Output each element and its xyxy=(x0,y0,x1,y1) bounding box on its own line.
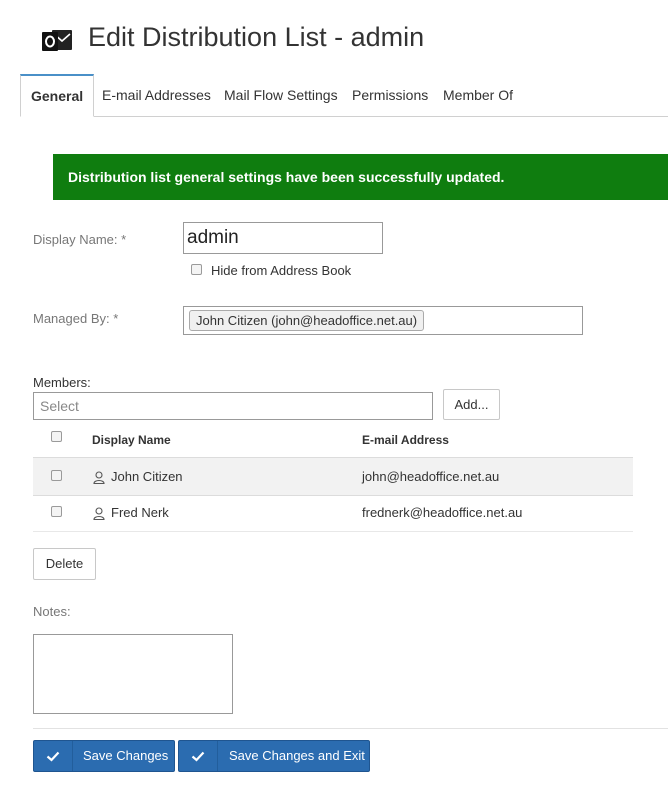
table-row[interactable]: Fred Nerk frednerk@headoffice.net.au xyxy=(33,494,633,532)
tab-permissions[interactable]: Permissions xyxy=(352,74,428,116)
column-header-display-name: Display Name xyxy=(92,433,171,447)
row-checkbox[interactable] xyxy=(51,470,62,481)
members-select-input[interactable]: Select xyxy=(33,392,433,420)
hide-from-address-book-checkbox[interactable] xyxy=(191,264,202,275)
user-icon xyxy=(93,471,105,489)
notes-textarea[interactable] xyxy=(33,634,233,714)
save-changes-and-exit-label: Save Changes and Exit xyxy=(229,748,365,763)
member-name: John Citizen xyxy=(111,469,183,484)
save-changes-and-exit-button[interactable]: Save Changes and Exit xyxy=(178,740,370,772)
member-name: Fred Nerk xyxy=(111,505,169,520)
notes-label: Notes: xyxy=(33,604,71,619)
tab-member-of[interactable]: Member Of xyxy=(443,74,513,116)
managed-by-label: Managed By: * xyxy=(33,311,119,326)
members-label: Members: xyxy=(33,375,91,390)
outlook-icon xyxy=(40,26,74,56)
select-all-checkbox[interactable] xyxy=(51,431,62,442)
tab-general[interactable]: General xyxy=(20,74,95,117)
page-title: Edit Distribution List - admin xyxy=(88,22,425,52)
member-email: frednerk@headoffice.net.au xyxy=(362,505,523,520)
success-alert: Distribution list general settings have … xyxy=(53,154,668,200)
member-email: john@headoffice.net.au xyxy=(362,469,500,484)
checkmark-icon xyxy=(34,741,73,771)
tab-mail-flow-settings[interactable]: Mail Flow Settings xyxy=(224,74,338,116)
save-changes-label: Save Changes xyxy=(83,748,169,763)
divider xyxy=(33,728,668,729)
delete-button[interactable]: Delete xyxy=(33,548,96,580)
add-member-button[interactable]: Add... xyxy=(443,389,500,420)
checkmark-icon xyxy=(179,741,218,771)
tab-bar: General E-mail Addresses Mail Flow Setti… xyxy=(20,74,668,117)
managed-by-field[interactable]: John Citizen (john@headoffice.net.au) xyxy=(183,306,583,335)
managed-by-chip[interactable]: John Citizen (john@headoffice.net.au) xyxy=(189,310,425,331)
row-checkbox[interactable] xyxy=(51,506,62,517)
user-icon xyxy=(93,507,105,525)
table-row[interactable]: John Citizen john@headoffice.net.au xyxy=(33,457,633,496)
hide-from-address-book-label: Hide from Address Book xyxy=(211,263,352,278)
tab-email-addresses[interactable]: E-mail Addresses xyxy=(102,74,211,116)
column-header-email: E-mail Address xyxy=(362,433,449,447)
save-changes-button[interactable]: Save Changes xyxy=(33,740,175,772)
display-name-label: Display Name: * xyxy=(33,232,127,247)
display-name-field[interactable]: admin xyxy=(183,222,383,254)
